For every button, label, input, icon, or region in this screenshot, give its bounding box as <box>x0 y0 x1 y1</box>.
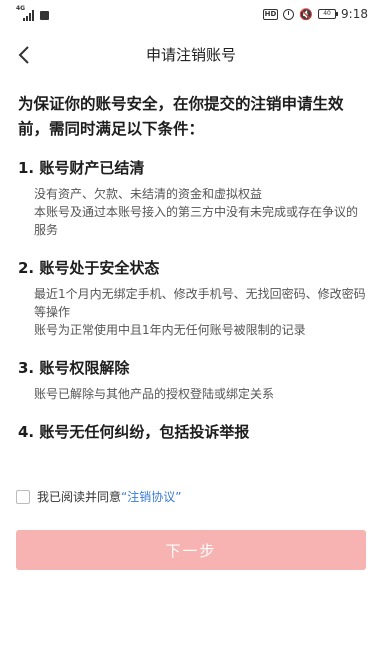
status-bar: 4G HD 🔇 40 9:18 <box>0 0 382 30</box>
battery-icon: 40 <box>318 9 339 19</box>
condition-line: 本账号及通过本账号接入的第三方中没有未完成或存在争议的服务 <box>34 205 359 237</box>
hd-icon: HD <box>262 8 279 20</box>
condition-description: 账号已解除与其他产品的授权登陆或绑定关系 <box>18 385 368 403</box>
condition-line: 账号为正常使用中且1年内无任何账号被限制的记录 <box>34 323 306 337</box>
cancellation-agreement-link[interactable]: “注销协议” <box>121 488 181 505</box>
status-left: 4G <box>16 6 49 21</box>
condition-3: 3. 账号权限解除 账号已解除与其他产品的授权登陆或绑定关系 <box>18 358 368 403</box>
condition-title: 3. 账号权限解除 <box>18 359 130 377</box>
condition-title: 1. 账号财产已结清 <box>18 159 145 177</box>
condition-4: 4. 账号无任何纠纷，包括投诉举报 <box>18 422 368 442</box>
condition-title: 2. 账号处于安全状态 <box>18 259 160 277</box>
condition-1: 1. 账号财产已结清 没有资产、欠款、未结清的资金和虚拟权益 本账号及通过本账号… <box>18 158 368 239</box>
conditions-content: 为保证你的账号安全，在你提交的注销申请生效前，需同时满足以下条件： 1. 账号财… <box>18 92 368 442</box>
page-title: 申请注销账号 <box>145 46 236 64</box>
condition-title: 4. 账号无任何纠纷，包括投诉举报 <box>18 423 250 441</box>
clock-time: 9:18 <box>341 7 368 21</box>
condition-2: 2. 账号处于安全状态 最近1个月内无绑定手机、修改手机号、无找回密码、修改密码… <box>18 258 368 339</box>
agreement-prefix: 我已阅读并同意 <box>37 490 122 504</box>
condition-line: 没有资产、欠款、未结清的资金和虚拟权益 <box>34 187 263 201</box>
condition-line: 最近1个月内无绑定手机、修改手机号、无找回密码、修改密码等操作 <box>34 287 366 319</box>
agreement-row[interactable]: 我已阅读并同意 “注销协议” <box>16 488 181 505</box>
mute-icon: 🔇 <box>299 7 314 21</box>
alarm-icon <box>283 8 295 20</box>
signal-icon: 4G <box>16 6 34 21</box>
agreement-checkbox[interactable] <box>16 489 30 504</box>
condition-line: 账号已解除与其他产品的授权登陆或绑定关系 <box>34 387 275 401</box>
intro-text: 为保证你的账号安全，在你提交的注销申请生效前，需同时满足以下条件： <box>18 95 344 138</box>
condition-description: 最近1个月内无绑定手机、修改手机号、无找回密码、修改密码等操作 账号为正常使用中… <box>18 285 368 339</box>
status-right: HD 🔇 40 9:18 <box>262 7 368 21</box>
condition-description: 没有资产、欠款、未结清的资金和虚拟权益 本账号及通过本账号接入的第三方中没有未完… <box>18 185 368 239</box>
nav-bar: 申请注销账号 <box>0 40 382 70</box>
next-step-button[interactable]: 下一步 <box>16 530 366 570</box>
wechat-icon <box>40 11 49 20</box>
